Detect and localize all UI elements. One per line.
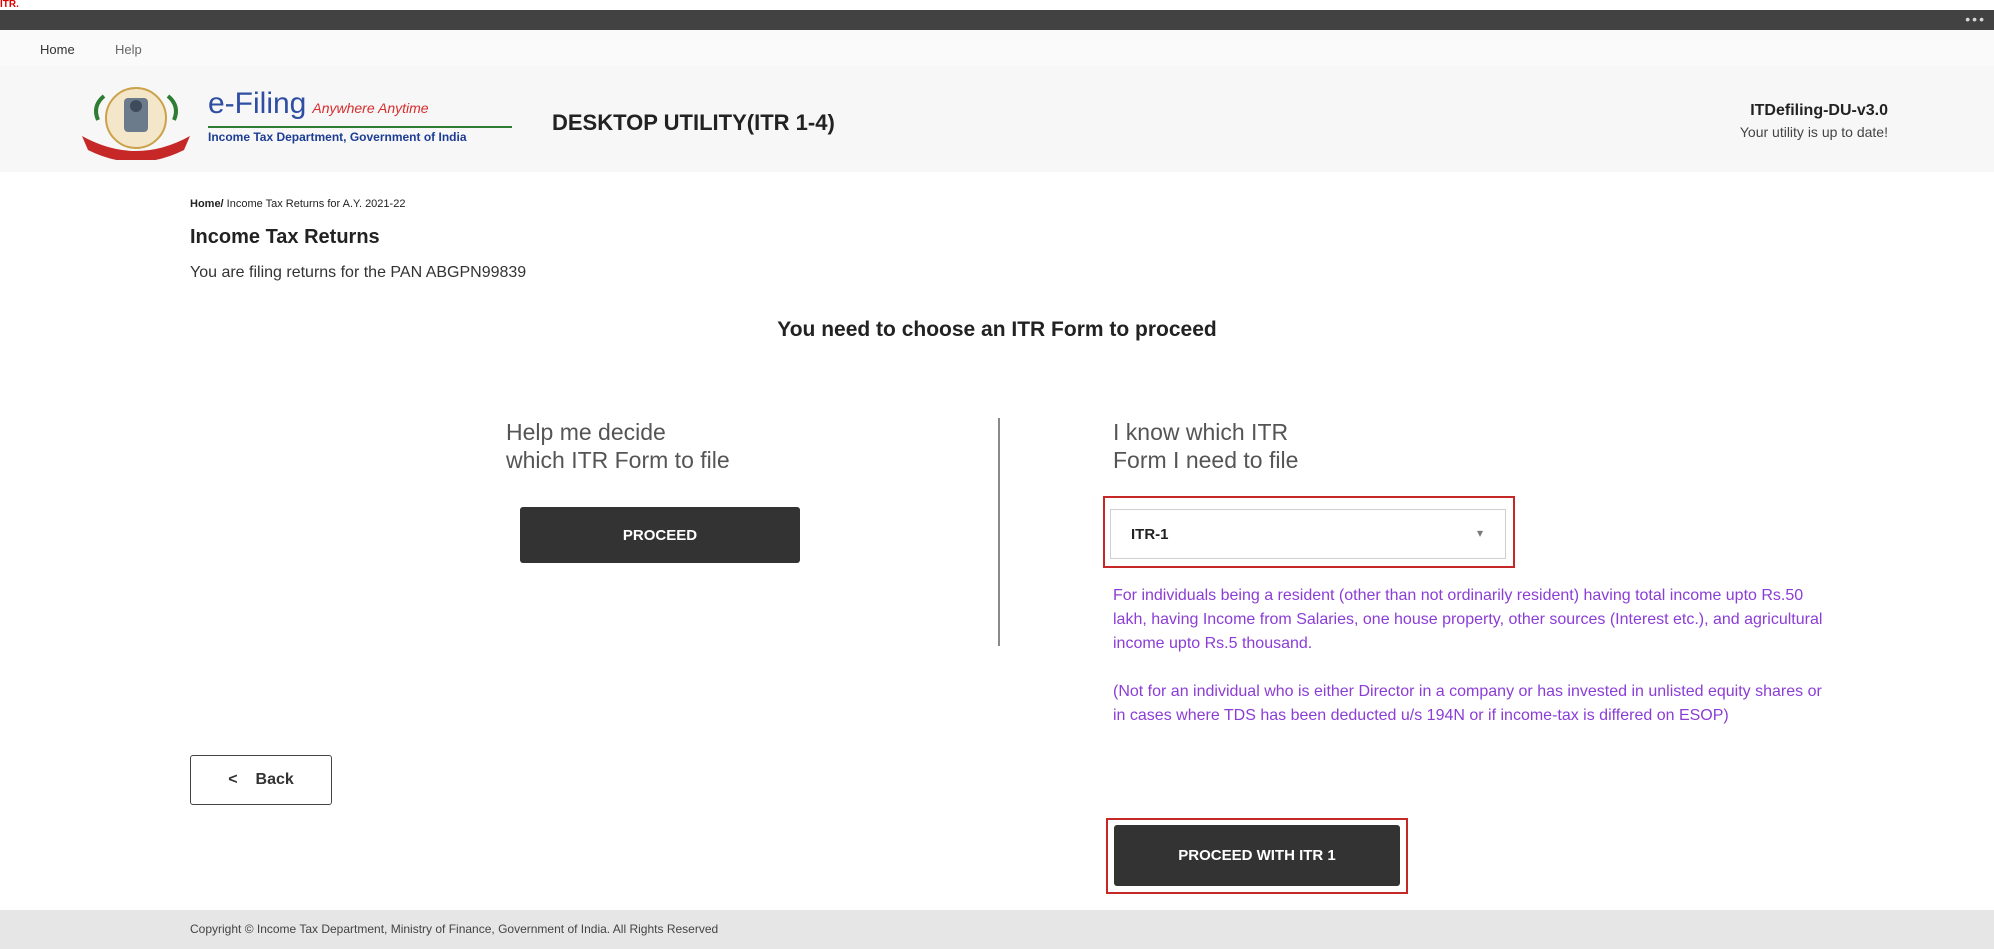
- itr-description-exclusion: (Not for an individual who is either Dir…: [1113, 683, 1822, 724]
- proceed-button[interactable]: PROCEED: [520, 507, 800, 563]
- menu-bar: Home Help: [0, 30, 1994, 66]
- know-itr-line-2: Form I need to file: [1113, 447, 1299, 473]
- brand-name: e-Filing: [208, 87, 307, 120]
- back-label: Back: [255, 771, 294, 788]
- brand-logo: e-Filing Anywhere Anytime Income Tax Depa…: [208, 88, 512, 144]
- back-button[interactable]: < Back: [190, 755, 332, 805]
- know-itr-line-1: I know which ITR: [1113, 419, 1289, 445]
- itr-select-value: ITR-1: [1131, 525, 1169, 543]
- version-info: ITDefiling-DU-v3.0 Your utility is up to…: [1740, 102, 1888, 140]
- proceed-with-itr1-button[interactable]: PROCEED WITH ITR 1: [1114, 825, 1400, 886]
- know-itr-heading: I know which ITR Form I need to file: [1113, 418, 1298, 474]
- app-header: e-Filing Anywhere Anytime Income Tax Depa…: [0, 66, 1994, 172]
- choose-form-heading: You need to choose an ITR Form to procee…: [777, 318, 1217, 341]
- chevron-left-icon: <: [228, 771, 238, 788]
- itr-description-eligibility: For individuals being a resident (other …: [1113, 587, 1823, 652]
- top-strip: ITR.: [0, 0, 1994, 10]
- menu-help[interactable]: Help: [115, 42, 142, 57]
- department-name: Income Tax Department, Government of Ind…: [208, 126, 512, 144]
- help-decide-heading: Help me decide which ITR Form to file: [506, 418, 730, 474]
- top-label: ITR.: [0, 0, 19, 10]
- footer: Copyright © Income Tax Department, Minis…: [0, 910, 1994, 949]
- breadcrumb-home[interactable]: Home/: [190, 198, 224, 210]
- income-tax-emblem-icon: [82, 87, 190, 160]
- itr-description: For individuals being a resident (other …: [1113, 584, 1833, 752]
- more-options-icon[interactable]: •••: [1965, 12, 1986, 26]
- utility-title: DESKTOP UTILITY(ITR 1-4): [552, 110, 835, 135]
- help-decide-line-1: Help me decide: [506, 419, 666, 445]
- breadcrumb-current: Income Tax Returns for A.Y. 2021-22: [223, 198, 406, 210]
- menu-home[interactable]: Home: [40, 42, 75, 57]
- section-divider: [998, 418, 1000, 646]
- version-label: ITDefiling-DU-v3.0: [1750, 102, 1888, 119]
- window-titlebar: •••: [0, 10, 1994, 30]
- chevron-down-icon[interactable]: ▾: [1477, 526, 1483, 540]
- breadcrumb: Home/ Income Tax Returns for A.Y. 2021-2…: [190, 198, 405, 210]
- help-decide-line-2: which ITR Form to file: [506, 447, 730, 473]
- pan-info: You are filing returns for the PAN ABGPN…: [190, 264, 527, 281]
- brand-tagline: Anywhere Anytime: [312, 100, 429, 116]
- update-status: Your utility is up to date!: [1739, 124, 1888, 140]
- page-title: Income Tax Returns: [190, 226, 380, 248]
- itr-form-select[interactable]: ITR-1 ▾: [1110, 509, 1506, 559]
- copyright-text: Copyright © Income Tax Department, Minis…: [190, 922, 719, 936]
